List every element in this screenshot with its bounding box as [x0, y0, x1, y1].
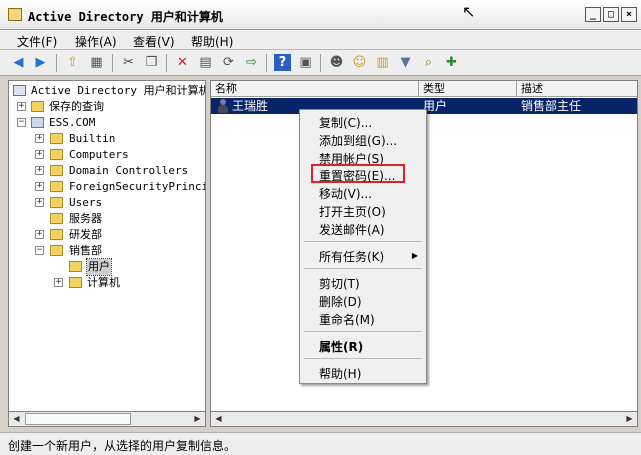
expand-icon[interactable]: +	[35, 134, 44, 143]
back-icon[interactable]: ◀	[10, 54, 27, 71]
ou-icon	[69, 277, 82, 288]
collapse-icon[interactable]: −	[35, 246, 44, 255]
ou-icon	[50, 229, 63, 240]
domain-icon	[31, 117, 44, 128]
collapse-icon[interactable]: −	[17, 118, 26, 127]
menu-item-rename[interactable]: 重命名(M)	[319, 311, 375, 328]
close-button[interactable]: ×	[621, 7, 637, 22]
submenu-arrow-icon: ▶	[411, 251, 418, 260]
menu-item-copy[interactable]: 复制(C)...	[319, 114, 372, 131]
menu-item-send-mail[interactable]: 发送邮件(A)	[319, 221, 385, 238]
menu-item-cut[interactable]: 剪切(T)	[319, 275, 360, 292]
menu-help[interactable]: 帮助(H)	[191, 33, 233, 50]
cell-name: 王瑞胜	[232, 99, 269, 113]
scroll-left-icon[interactable]: ◀	[9, 412, 24, 426]
folder-icon	[50, 197, 63, 208]
toolbar-separator	[320, 54, 321, 72]
scroll-right-icon[interactable]: ▶	[190, 412, 205, 426]
expand-icon[interactable]: +	[35, 150, 44, 159]
menu-action[interactable]: 操作(A)	[75, 33, 117, 50]
column-header-type[interactable]: 类型	[419, 81, 517, 97]
maximize-button[interactable]: □	[603, 7, 619, 22]
menu-divider	[304, 331, 422, 332]
folder-icon	[50, 181, 63, 192]
toolbar-separator	[56, 54, 57, 72]
scroll-right-icon[interactable]: ▶	[622, 412, 637, 426]
expand-icon[interactable]: +	[35, 182, 44, 191]
menu-bar: 文件(F) 操作(A) 查看(V) 帮助(H)	[0, 30, 641, 50]
expand-icon[interactable]: +	[17, 102, 26, 111]
list-horizontal-scrollbar[interactable]: ◀ ▶	[210, 411, 638, 427]
menu-divider	[304, 241, 422, 242]
menu-item-reset-password[interactable]: 重置密码(E)...	[319, 167, 395, 184]
filter-icon[interactable]: ▼	[397, 54, 414, 71]
menu-item-open-homepage[interactable]: 打开主页(O)	[319, 203, 386, 220]
menu-item-properties[interactable]: 属性(R)	[319, 338, 363, 355]
folder-icon	[50, 165, 63, 176]
find-icon[interactable]: ⌕	[420, 54, 437, 71]
menu-item-help[interactable]: 帮助(H)	[319, 365, 361, 382]
toolbar: ◀ ▶ ⇧ ▦ ✂ ❐ ✕ ▤ ⟳ ⇨ ? ▣ ☻ ☺ ▥ ▼ ⌕ ✚	[0, 50, 641, 76]
cell-description: 销售部主任	[521, 99, 582, 113]
ou-icon	[50, 245, 63, 256]
column-header-name[interactable]: 名称	[211, 81, 419, 97]
ad-icon	[13, 85, 26, 96]
new-user-icon[interactable]: ☻	[328, 54, 345, 71]
scroll-left-icon[interactable]: ◀	[211, 412, 226, 426]
copy-icon[interactable]: ❐	[143, 54, 160, 71]
tree-pane: Active Directory 用户和计算机 + 保存的查询 − ESS.CO…	[8, 80, 206, 427]
folder-icon	[50, 133, 63, 144]
mouse-cursor-icon: ↖	[462, 2, 476, 21]
context-menu: 复制(C)... 添加到组(G)... 禁用帐户(S) 重置密码(E)... 移…	[299, 109, 427, 384]
ou-icon	[69, 261, 82, 272]
add-to-group-icon[interactable]: ✚	[443, 54, 460, 71]
properties-icon[interactable]: ▤	[197, 54, 214, 71]
menu-item-add-to-group[interactable]: 添加到组(G)...	[319, 132, 397, 149]
export-list-icon[interactable]: ⇨	[243, 54, 260, 71]
toolbar-separator	[166, 54, 167, 72]
minimize-button[interactable]: _	[585, 7, 601, 22]
expand-icon[interactable]: +	[54, 278, 63, 287]
folder-icon	[31, 101, 44, 112]
expand-icon[interactable]: +	[35, 198, 44, 207]
scroll-thumb[interactable]	[25, 413, 131, 425]
help-icon[interactable]: ?	[274, 54, 291, 71]
cut-icon[interactable]: ✂	[120, 54, 137, 71]
menu-divider	[304, 268, 422, 269]
new-group-icon[interactable]: ☺	[351, 54, 368, 71]
status-bar: 创建一个新用户，从选择的用户复制信息。	[0, 432, 641, 455]
show-tree-icon[interactable]: ▦	[88, 54, 105, 71]
menu-item-all-tasks[interactable]: 所有任务(K)	[319, 248, 384, 265]
console-icon[interactable]: ▣	[297, 54, 314, 71]
tree-horizontal-scrollbar[interactable]: ◀ ▶	[8, 411, 206, 427]
forward-icon[interactable]: ▶	[32, 54, 49, 71]
column-header-description[interactable]: 描述	[517, 81, 637, 97]
status-text: 创建一个新用户，从选择的用户复制信息。	[8, 439, 237, 453]
folder-icon	[50, 149, 63, 160]
up-level-icon[interactable]: ⇧	[64, 54, 81, 71]
menu-divider	[304, 358, 422, 359]
delete-icon[interactable]: ✕	[174, 54, 191, 71]
refresh-icon[interactable]: ⟳	[220, 54, 237, 71]
window-controls: _ □ ×	[585, 7, 637, 22]
window-title: Active Directory 用户和计算机	[28, 10, 223, 24]
new-ou-icon[interactable]: ▥	[374, 54, 391, 71]
expand-icon[interactable]: +	[35, 230, 44, 239]
toolbar-separator	[112, 54, 113, 72]
expand-icon[interactable]: +	[35, 166, 44, 175]
ou-icon	[50, 213, 63, 224]
title-bar: Active Directory 用户和计算机 _ □ ×	[0, 0, 641, 30]
menu-file[interactable]: 文件(F)	[17, 33, 57, 50]
menu-item-move[interactable]: 移动(V)...	[319, 185, 372, 202]
app-icon	[8, 8, 22, 21]
toolbar-separator	[266, 54, 267, 72]
user-icon	[217, 99, 228, 113]
menu-item-delete[interactable]: 删除(D)	[319, 293, 362, 310]
menu-view[interactable]: 查看(V)	[133, 33, 175, 50]
